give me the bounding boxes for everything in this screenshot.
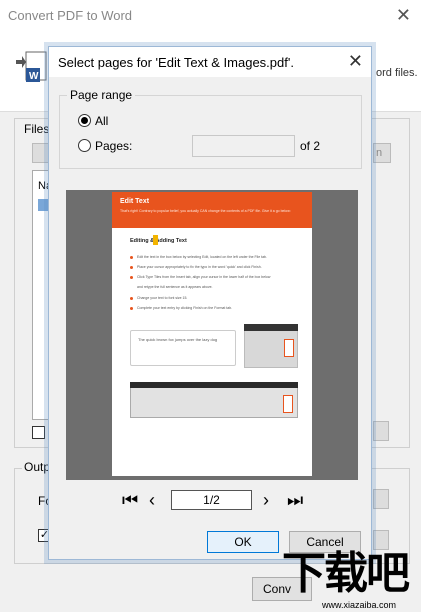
last-page-icon[interactable]: ⏭ [287,491,303,509]
main-window-title: Convert PDF to Word [8,8,133,23]
dialog-title: Select pages for 'Edit Text & Images.pdf… [58,55,294,70]
bullet-icon [130,276,133,279]
screenshot-toolbar [244,324,298,331]
bullet-icon [130,266,133,269]
watermark-text: 下载吧 [282,549,410,598]
svg-text:W: W [29,71,39,82]
sample-text-box [130,330,236,366]
watermark-logo: 下载吧 www.xiazaiba.com [282,548,416,610]
pages-radio[interactable] [78,139,91,152]
bullet-text: and retype the full sentence as it appea… [137,285,213,289]
page-count-label: of 2 [300,139,321,153]
screenshot-highlight [284,339,294,357]
page-banner-subtitle: That's right! Contrary to popular belief… [120,209,291,213]
next-page-icon[interactable]: › [263,491,269,509]
pdf-to-word-logo-icon: W [16,51,47,82]
all-pages-radio[interactable] [78,114,91,127]
close-icon[interactable]: ✕ [348,51,363,71]
bullet-text: Edit the text in the box below by select… [137,255,267,259]
page-preview-area: Edit Text That's right! Contrary to popu… [66,190,358,480]
ok-button[interactable]: OK [207,531,279,553]
watermark-url: www.xiazaiba.com [322,600,397,610]
page-banner-title: Edit Text [120,198,150,205]
bullet-icon [130,256,133,259]
bullet-text: Click Type Tiles from the Insert tab, al… [137,275,271,279]
page-heading: Editing & Adding Text [130,238,187,244]
header-description: ord files. [376,67,418,79]
bullet-icon [130,297,133,300]
previous-page-icon[interactable]: ‹ [149,491,155,509]
page-range-label: Page range [67,88,136,102]
text-cursor-highlight [153,235,158,245]
page-range-group [59,95,362,169]
pages-input[interactable] [192,135,295,157]
close-icon[interactable]: ✕ [396,5,411,26]
screenshot-highlight [283,395,293,413]
bullet-text: Change your text to font size 15. [137,296,188,300]
sample-text: The quick brown fox jumps over the lazy … [138,337,218,342]
main-titlebar: Convert PDF to Word ✕ [0,0,421,32]
page-indicator[interactable]: 1/2 [171,490,252,510]
all-pages-label[interactable]: All [95,114,108,128]
screenshot-toolbar [130,382,298,388]
select-pages-dialog: Select pages for 'Edit Text & Images.pdf… [48,46,372,560]
pages-label[interactable]: Pages: [95,139,132,153]
bullet-text: Complete your text entry by clicking Fin… [137,306,233,310]
first-page-icon[interactable]: ⏮ [122,491,138,509]
page-thumbnail: Edit Text That's right! Contrary to popu… [112,192,312,476]
bullet-text: Place your cursor appropriately to fix t… [137,265,262,269]
dialog-titlebar: Select pages for 'Edit Text & Images.pdf… [49,47,371,77]
bullet-icon [130,307,133,310]
